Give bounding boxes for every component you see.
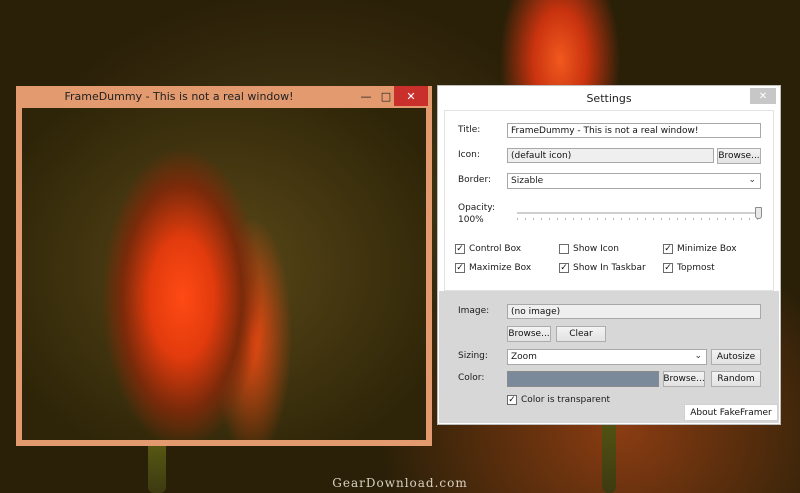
sizing-select-value: Zoom xyxy=(511,352,537,362)
checkbox-control-box-mark[interactable]: ✓ xyxy=(455,244,465,254)
checkbox-show-icon[interactable]: Show Icon xyxy=(559,244,619,254)
icon-field: (default icon) xyxy=(507,148,714,163)
opacity-slider-track[interactable] xyxy=(517,212,759,214)
checkbox-minimize-box-label: Minimize Box xyxy=(677,244,737,254)
checkbox-topmost-label: Topmost xyxy=(677,263,715,273)
image-browse-button[interactable]: Browse... xyxy=(507,326,551,342)
border-select-value: Sizable xyxy=(511,176,544,186)
window-settings-panel: Title: FrameDummy - This is not a real w… xyxy=(444,110,774,291)
checkbox-color-transparent[interactable]: ✓ Color is transparent xyxy=(507,395,610,405)
checkbox-show-in-taskbar[interactable]: ✓ Show In Taskbar xyxy=(559,263,646,273)
image-settings-panel: Image: (no image) Browse... Clear Sizing… xyxy=(439,291,779,423)
checkbox-maximize-box-mark[interactable]: ✓ xyxy=(455,263,465,273)
color-swatch[interactable] xyxy=(507,371,659,387)
checkbox-minimize-box-mark[interactable]: ✓ xyxy=(663,244,673,254)
checkbox-minimize-box[interactable]: ✓ Minimize Box xyxy=(663,244,737,254)
checkbox-control-box[interactable]: ✓ Control Box xyxy=(455,244,521,254)
checkbox-topmost[interactable]: ✓ Topmost xyxy=(663,263,715,273)
close-icon: ✕ xyxy=(758,90,768,102)
watermark: GearDownload.com xyxy=(332,476,468,490)
framedummy-window[interactable]: FrameDummy - This is not a real window! … xyxy=(16,86,432,446)
checkbox-maximize-box[interactable]: ✓ Maximize Box xyxy=(455,263,531,273)
settings-close-button[interactable]: ✕ xyxy=(750,88,776,104)
checkbox-show-icon-label: Show Icon xyxy=(573,244,619,254)
title-input[interactable]: FrameDummy - This is not a real window! xyxy=(507,123,761,138)
icon-browse-button[interactable]: Browse... xyxy=(717,148,761,164)
sizing-label: Sizing: xyxy=(458,351,488,361)
opacity-label: Opacity: xyxy=(458,203,495,213)
color-label: Color: xyxy=(458,373,485,383)
settings-title: Settings xyxy=(586,92,632,105)
checkbox-color-transparent-mark[interactable]: ✓ xyxy=(507,395,517,405)
close-button[interactable]: ✕ xyxy=(394,86,428,106)
about-button[interactable]: About FakeFramer xyxy=(684,404,778,421)
image-label: Image: xyxy=(458,306,490,316)
random-color-button[interactable]: Random xyxy=(711,371,761,387)
checkbox-show-in-taskbar-label: Show In Taskbar xyxy=(573,263,646,273)
chevron-down-icon: ⌄ xyxy=(694,351,702,361)
minimize-icon: — xyxy=(360,89,372,103)
opacity-slider-thumb[interactable] xyxy=(755,207,762,219)
opacity-value: 100% xyxy=(458,215,484,225)
maximize-icon: □ xyxy=(380,89,392,103)
border-label: Border: xyxy=(458,175,492,185)
autosize-button[interactable]: Autosize xyxy=(711,349,761,365)
settings-titlebar[interactable]: Settings ✕ xyxy=(438,86,780,110)
framedummy-content xyxy=(22,108,426,440)
border-select[interactable]: Sizable ⌄ xyxy=(507,173,761,189)
settings-window[interactable]: Settings ✕ Title: FrameDummy - This is n… xyxy=(437,85,781,425)
checkbox-control-box-label: Control Box xyxy=(469,244,522,254)
title-label: Title: xyxy=(458,125,481,135)
checkbox-show-icon-mark[interactable] xyxy=(559,244,569,254)
checkbox-maximize-box-label: Maximize Box xyxy=(469,263,532,273)
close-icon: ✕ xyxy=(406,89,416,103)
color-browse-button[interactable]: Browse... xyxy=(663,371,705,387)
opacity-slider-ticks xyxy=(517,218,759,220)
framedummy-title: FrameDummy - This is not a real window! xyxy=(64,90,294,103)
sizing-select[interactable]: Zoom ⌄ xyxy=(507,349,707,365)
image-clear-button[interactable]: Clear xyxy=(556,326,606,342)
checkbox-topmost-mark[interactable]: ✓ xyxy=(663,263,673,273)
checkbox-color-transparent-label: Color is transparent xyxy=(521,395,611,405)
chevron-down-icon: ⌄ xyxy=(748,175,756,185)
icon-label: Icon: xyxy=(458,150,480,160)
image-field: (no image) xyxy=(507,304,761,319)
framedummy-titlebar[interactable]: FrameDummy - This is not a real window! … xyxy=(16,86,432,107)
checkbox-show-in-taskbar-mark[interactable]: ✓ xyxy=(559,263,569,273)
